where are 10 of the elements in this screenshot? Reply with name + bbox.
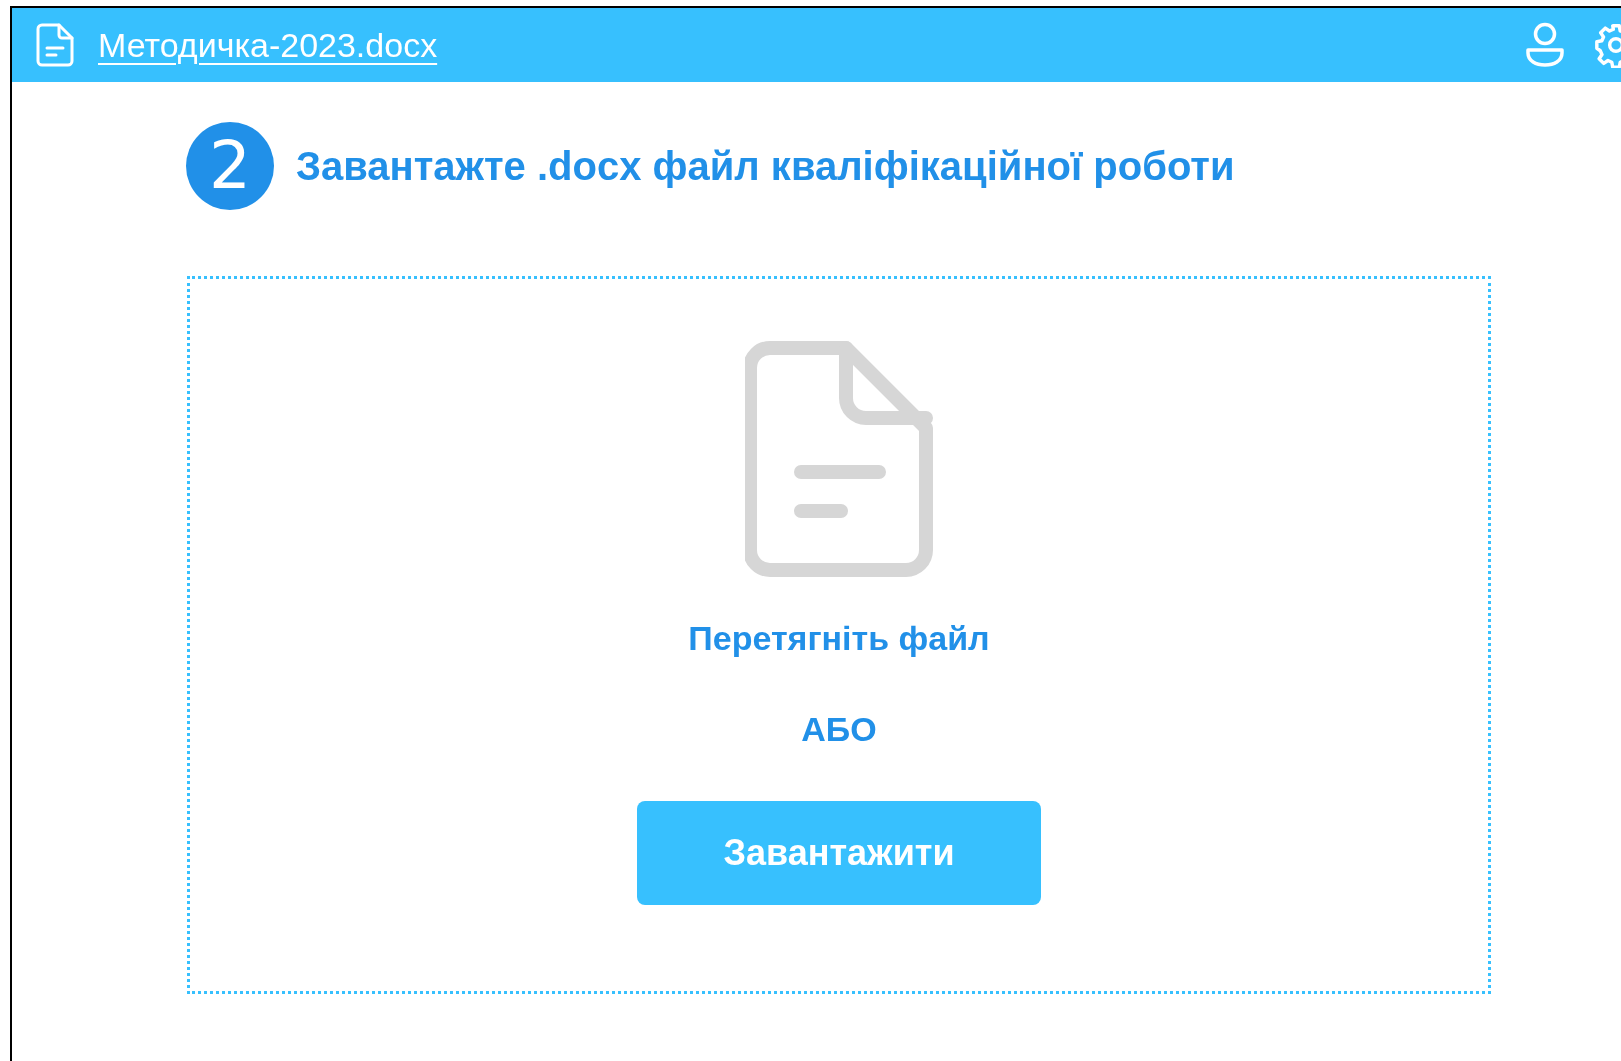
step-badge: 2 [186,122,274,210]
drop-zone[interactable]: Перетягніть файл АБО Завантажити [187,276,1491,994]
document-icon [745,341,933,577]
file-name-link[interactable]: Методичка-2023.docx [98,19,438,71]
upload-button[interactable]: Завантажити [637,801,1041,905]
step-title: Завантажте .docx файл кваліфікаційної роботи [296,143,1235,190]
user-icon[interactable] [1525,22,1565,68]
or-separator: АБО [801,709,877,750]
drag-hint: Перетягніть файл [688,618,990,659]
document-icon [36,23,74,67]
